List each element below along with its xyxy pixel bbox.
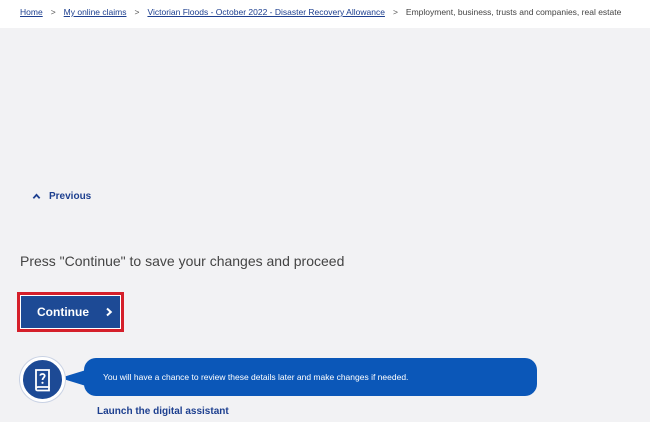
breadcrumb-claim-link[interactable]: Victorian Floods - October 2022 - Disast… [147, 7, 384, 17]
continue-button[interactable]: Continue [21, 296, 120, 328]
help-book-icon [34, 368, 50, 391]
chevron-right-icon [106, 307, 113, 317]
continue-instruction-text: Press "Continue" to save your changes an… [20, 253, 345, 269]
breadcrumb-separator: > [50, 7, 56, 17]
previous-link-label: Previous [49, 191, 92, 202]
launch-digital-assistant-link[interactable]: Launch the digital assistant [97, 406, 229, 417]
breadcrumb-separator: > [134, 7, 140, 17]
previous-link[interactable]: Previous [32, 191, 91, 202]
breadcrumb-home-link[interactable]: Home [20, 7, 43, 17]
digital-assistant-button[interactable] [20, 357, 65, 402]
assistant-message-bubble: You will have a chance to review these d… [84, 358, 537, 396]
continue-button-label: Continue [37, 305, 89, 319]
breadcrumb: Home > My online claims > Victorian Floo… [20, 7, 621, 17]
breadcrumb-my-online-claims-link[interactable]: My online claims [64, 7, 127, 17]
continue-button-focus-ring: Continue [17, 292, 124, 332]
assistant-message-text: You will have a chance to review these d… [103, 372, 409, 382]
breadcrumb-separator: > [392, 7, 398, 17]
breadcrumb-bar: Home > My online claims > Victorian Floo… [0, 0, 650, 28]
chevron-up-icon [32, 193, 41, 199]
breadcrumb-current-page: Employment, business, trusts and compani… [405, 7, 622, 17]
